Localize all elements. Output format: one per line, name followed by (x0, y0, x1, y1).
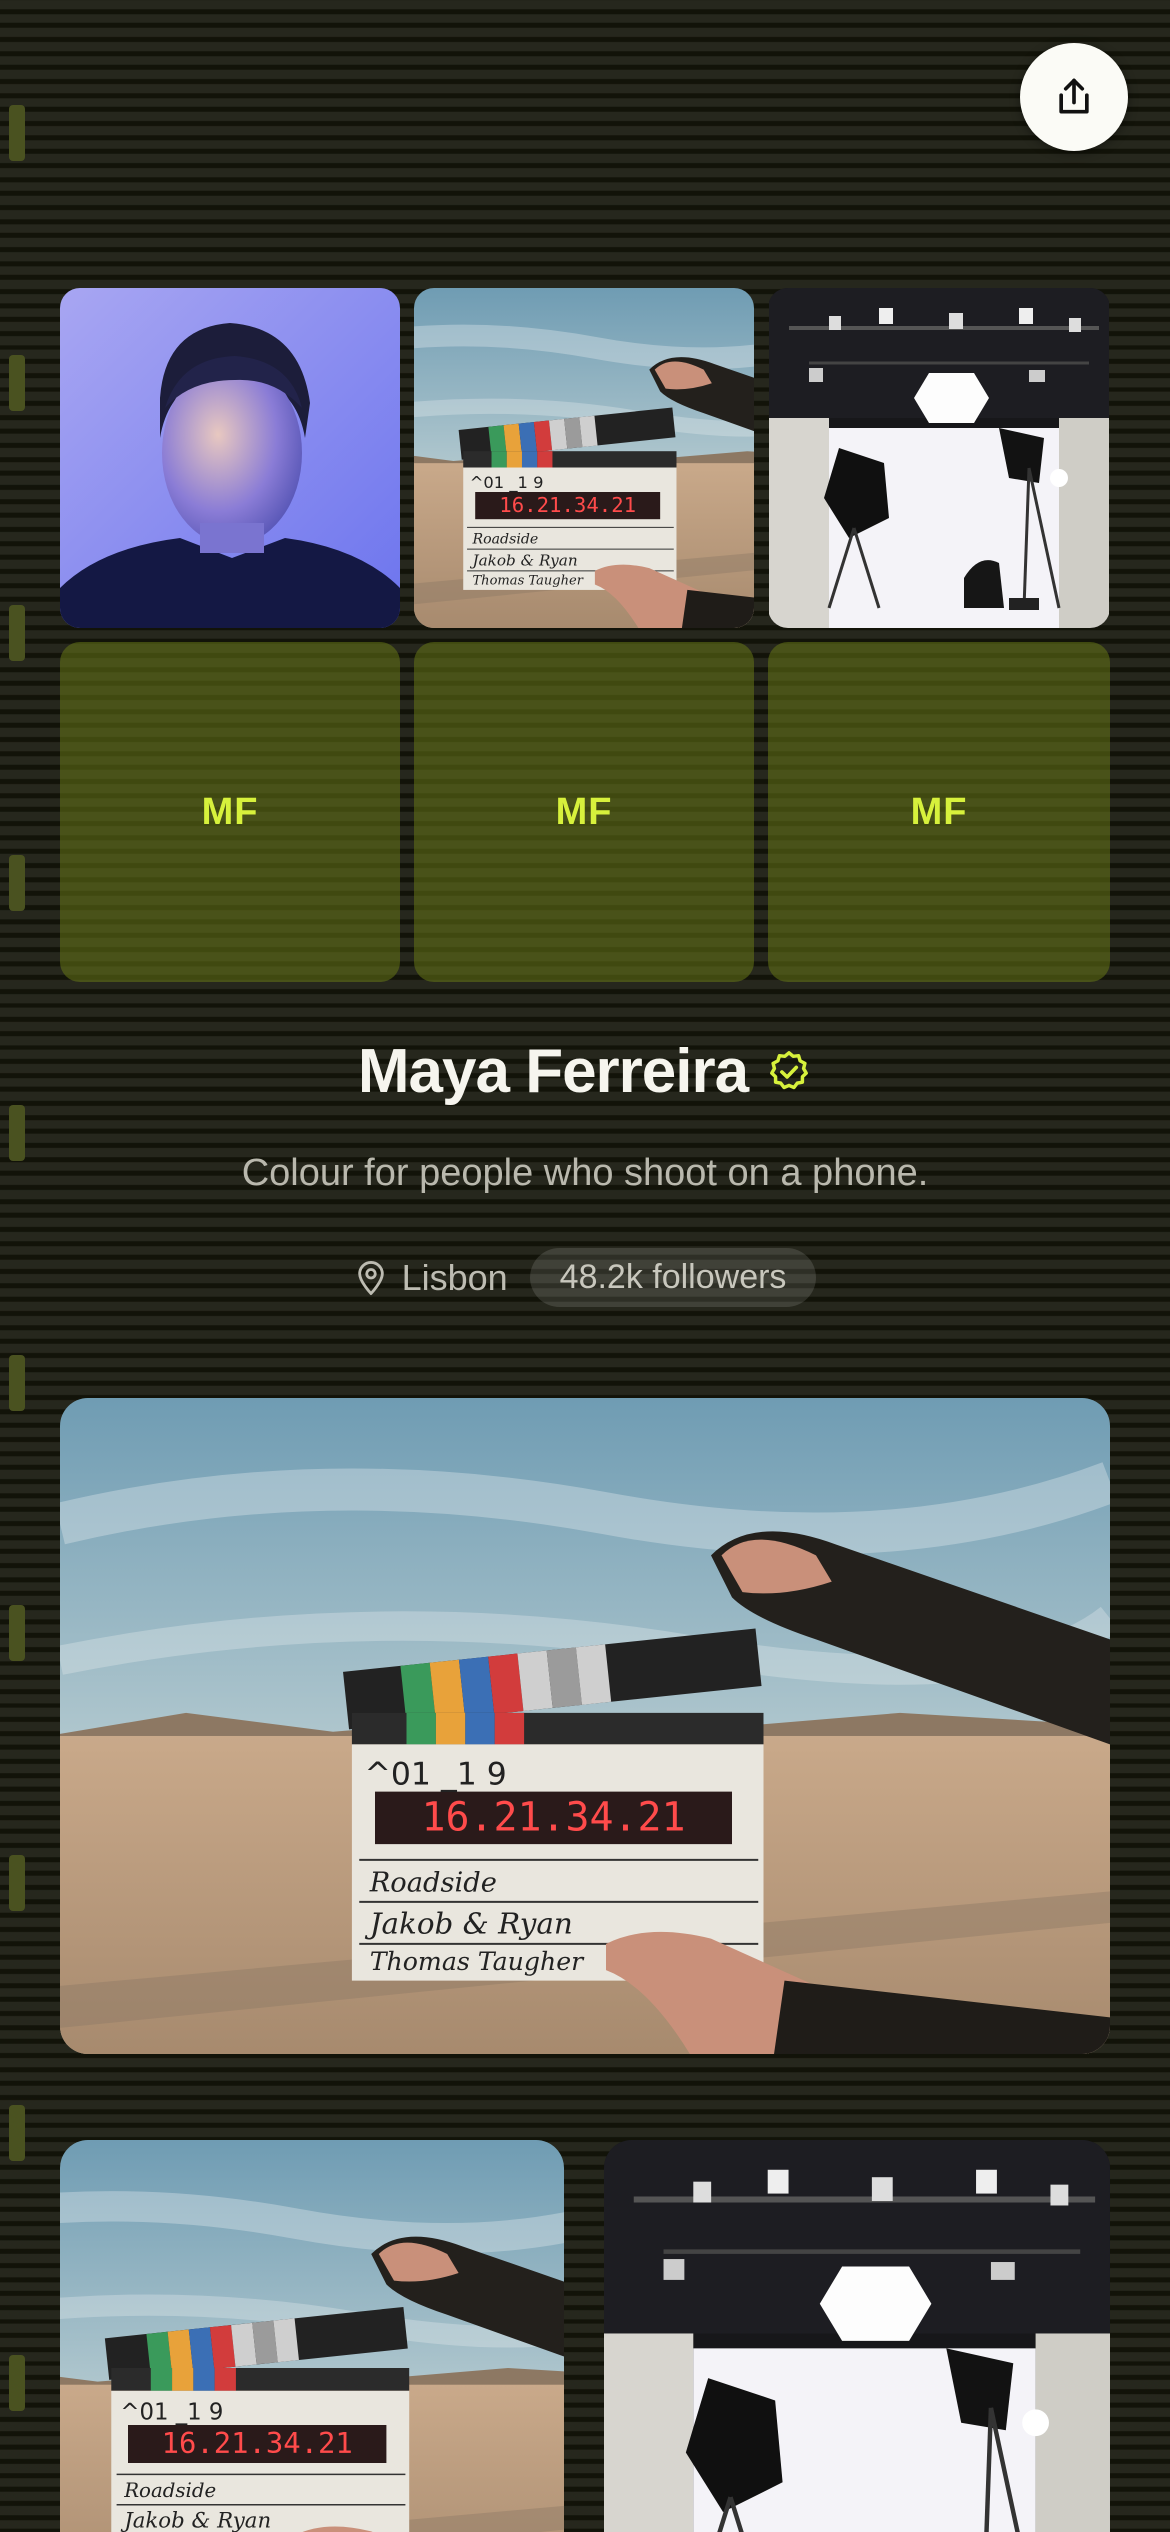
placeholder-initials: MF (555, 790, 613, 833)
location-label: Lisbon (401, 1256, 508, 1298)
profile-meta: Lisbon 48.2k followers (0, 1248, 1170, 1307)
gallery-photo-clapperboard[interactable] (414, 288, 754, 628)
gallery-photo-studio[interactable] (768, 288, 1110, 628)
film-sprocket (9, 855, 25, 911)
placeholder-initials: MF (201, 790, 259, 833)
film-sprocket (9, 1605, 25, 1661)
gallery-photo-portrait[interactable] (60, 288, 400, 628)
share-button[interactable] (1020, 43, 1128, 151)
profile-bio: Colour for people who shoot on a phone. (241, 1152, 929, 1194)
film-sprocket (9, 1855, 25, 1911)
feed-photo-clapperboard[interactable] (60, 2140, 564, 2532)
placeholder-initials: MF (910, 790, 968, 833)
share-icon (1059, 78, 1089, 114)
location: Lisbon (354, 1257, 508, 1299)
featured-photo-clapperboard[interactable] (60, 1398, 1110, 2054)
film-sprocket (9, 2355, 25, 2411)
location-pin-icon (357, 1260, 384, 1295)
profile-name: Maya Ferreira (357, 1037, 749, 1106)
verified-badge-icon (770, 1050, 809, 1089)
film-sprocket (9, 105, 25, 161)
gallery-placeholder[interactable]: MF (60, 642, 400, 982)
followers-badge[interactable]: 48.2k followers (529, 1248, 817, 1307)
gallery-placeholder[interactable]: MF (414, 642, 754, 982)
profile-header: Maya Ferreira (0, 1036, 1170, 1107)
film-sprocket (9, 1355, 25, 1411)
feed-photo-studio[interactable] (604, 2140, 1110, 2532)
film-sprocket (9, 2105, 25, 2161)
gallery-placeholder[interactable]: MF (768, 642, 1110, 982)
film-sprocket (9, 605, 25, 661)
film-sprocket (9, 355, 25, 411)
